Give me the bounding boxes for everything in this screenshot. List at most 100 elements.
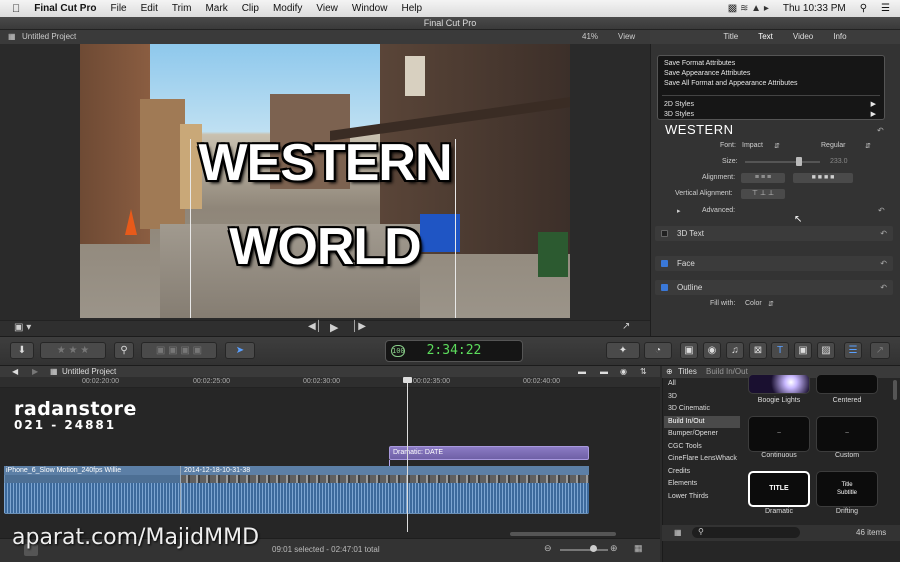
reset-icon[interactable]: ↶ bbox=[880, 256, 887, 271]
spotlight-icon[interactable]: ⚲ bbox=[860, 3, 867, 14]
tab-video[interactable]: Video bbox=[793, 30, 813, 44]
size-slider-knob[interactable] bbox=[796, 157, 802, 166]
category-item[interactable]: 3D bbox=[664, 391, 740, 404]
next-frame-icon[interactable]: │▶ bbox=[352, 321, 366, 332]
fill-dropdown-icon[interactable]: ⇵ bbox=[768, 300, 774, 308]
themes-button[interactable]: ▨ bbox=[817, 342, 835, 359]
category-item[interactable]: CineFlare LensWhack bbox=[664, 453, 740, 466]
solo-icon[interactable]: ◉ bbox=[620, 366, 627, 377]
menu-view[interactable]: View bbox=[316, 3, 338, 14]
alignment-buttons[interactable]: ≡ ≡ ≡ bbox=[741, 173, 785, 183]
import-button[interactable]: ⬇ bbox=[10, 342, 34, 359]
menu-file[interactable]: File bbox=[110, 3, 126, 14]
clip-name[interactable]: iPhone_6_Slow Motion_240fps Willie bbox=[6, 466, 121, 475]
inspector-button[interactable]: ☰ bbox=[844, 342, 862, 359]
menu-modify[interactable]: Modify bbox=[273, 3, 302, 14]
menu-item-2d-styles[interactable]: 2D Styles ▶ bbox=[658, 100, 884, 110]
browser-scrollbar[interactable] bbox=[893, 380, 897, 400]
size-value[interactable]: 233.0 bbox=[830, 158, 848, 165]
category-item[interactable]: Elements bbox=[664, 478, 740, 491]
zoom-level[interactable]: 41% bbox=[582, 32, 598, 41]
reset-icon[interactable]: ↶ bbox=[878, 206, 885, 215]
video-title-overlay[interactable]: WESTERN WORLD bbox=[80, 137, 570, 273]
menu-clip[interactable]: Clip bbox=[242, 3, 259, 14]
reset-icon[interactable]: ↶ bbox=[880, 280, 887, 295]
section-3d-text[interactable]: 3D Text ↶ bbox=[655, 226, 893, 241]
thumb-boogie-lights[interactable] bbox=[748, 374, 810, 394]
category-item[interactable]: CGC Tools bbox=[664, 441, 740, 454]
notifications-icon[interactable]: ☰ bbox=[881, 3, 890, 14]
clip-name[interactable]: 2014-12-18-10-31-38 bbox=[184, 466, 250, 475]
category-item[interactable]: Lower Thirds bbox=[664, 491, 740, 504]
zoom-slider[interactable] bbox=[560, 549, 608, 551]
select-tool-button[interactable]: ➤ bbox=[225, 342, 255, 359]
vertical-alignment-buttons[interactable]: ⊤ ⊥ ⊥ bbox=[741, 189, 785, 199]
menu-item-save-appearance[interactable]: Save Appearance Attributes bbox=[658, 69, 884, 79]
menu-item-save-format[interactable]: Save Format Attributes bbox=[658, 59, 884, 69]
thumb-drifting[interactable]: Title Subtitle bbox=[816, 471, 878, 507]
titles-button[interactable]: T bbox=[771, 342, 789, 359]
skimming-icon[interactable]: ▬ bbox=[578, 366, 586, 377]
thumb-dramatic[interactable]: TITLE bbox=[748, 471, 810, 507]
music-button[interactable]: ♫ bbox=[726, 342, 744, 359]
checkbox-icon[interactable] bbox=[661, 284, 668, 291]
edit-buttons[interactable]: ▣ ▣ ▣ ▣ bbox=[141, 342, 217, 359]
enhance-button[interactable]: ✦ bbox=[606, 342, 640, 359]
timeline-ruler[interactable]: 00:02:20:00 00:02:25:00 00:02:30:00 00:0… bbox=[0, 377, 660, 388]
style-preview-name[interactable]: WESTERN bbox=[665, 122, 734, 137]
category-item[interactable]: Bumper/Opener bbox=[664, 428, 740, 441]
back-icon[interactable]: ◀ bbox=[12, 366, 18, 377]
previous-frame-icon[interactable]: ◀│ bbox=[308, 321, 322, 332]
font-select[interactable]: Impact bbox=[742, 142, 763, 149]
checkbox-icon[interactable] bbox=[661, 230, 668, 237]
close-icon[interactable]: ⊕ bbox=[666, 366, 673, 378]
zoom-in-icon[interactable]: ⊕ bbox=[610, 543, 618, 554]
generators-button[interactable]: ▣ bbox=[794, 342, 812, 359]
playhead-handle[interactable] bbox=[403, 377, 412, 383]
tab-text[interactable]: Text bbox=[758, 30, 773, 44]
menu-edit[interactable]: Edit bbox=[141, 3, 158, 14]
category-item[interactable]: All bbox=[664, 378, 740, 391]
menu-item-save-all[interactable]: Save All Format and Appearance Attribute… bbox=[658, 79, 884, 89]
thumb-custom[interactable]: ~ bbox=[816, 416, 878, 452]
share-button[interactable]: ↗ bbox=[870, 342, 890, 359]
rating-buttons[interactable]: ★ ★ ★ bbox=[40, 342, 106, 359]
fullscreen-icon[interactable]: ↗ bbox=[622, 321, 630, 332]
transitions-button[interactable]: ⊠ bbox=[749, 342, 767, 359]
category-item-selected[interactable]: Build In/Out bbox=[664, 415, 740, 428]
keyword-button[interactable]: ⚲ bbox=[114, 342, 134, 359]
view-menu[interactable]: View bbox=[618, 32, 635, 41]
tab-title[interactable]: Title bbox=[723, 30, 738, 44]
timecode-display[interactable]: 100 2:34:22 bbox=[385, 340, 523, 362]
justify-buttons[interactable]: ■ ■ ■ ■ bbox=[793, 173, 853, 183]
category-item[interactable]: Credits bbox=[664, 466, 740, 479]
menu-help[interactable]: Help bbox=[401, 3, 422, 14]
checkbox-icon[interactable] bbox=[661, 260, 668, 267]
section-face[interactable]: Face ↶ bbox=[655, 256, 893, 271]
crop-icon[interactable]: ▣ ▾ bbox=[14, 322, 31, 333]
size-slider[interactable] bbox=[745, 161, 820, 163]
snapping-icon[interactable]: ⇅ bbox=[640, 366, 647, 377]
app-menu[interactable]: Final Cut Pro bbox=[34, 3, 96, 14]
font-style-select[interactable]: Regular bbox=[821, 142, 846, 149]
playhead[interactable] bbox=[407, 377, 408, 532]
sidebar-toggle-icon[interactable]: ▦ bbox=[674, 528, 682, 537]
menu-window[interactable]: Window bbox=[352, 3, 388, 14]
photos-button[interactable]: ◉ bbox=[703, 342, 721, 359]
media-browser-button[interactable]: ▣ bbox=[680, 342, 698, 359]
reset-icon[interactable]: ↶ bbox=[880, 226, 887, 241]
menu-trim[interactable]: Trim bbox=[172, 3, 192, 14]
disclosure-icon[interactable]: ▸ bbox=[677, 207, 681, 215]
audio-skimming-icon[interactable]: ▬ bbox=[600, 366, 608, 377]
font-dropdown-icon[interactable]: ⇵ bbox=[774, 142, 780, 150]
clock[interactable]: Thu 10:33 PM bbox=[783, 3, 846, 14]
advanced-label[interactable]: Advanced: bbox=[702, 207, 735, 214]
forward-icon[interactable]: ▶ bbox=[32, 366, 38, 377]
clip-appearance-icon[interactable]: ▦ bbox=[634, 543, 643, 554]
title-clip[interactable]: Dramatic: DATE bbox=[389, 446, 589, 460]
menu-item-3d-styles[interactable]: 3D Styles ▶ bbox=[658, 110, 884, 120]
thumb-continuous[interactable]: ~ bbox=[748, 416, 810, 452]
zoom-slider-knob[interactable] bbox=[590, 545, 597, 552]
zoom-out-icon[interactable]: ⊖ bbox=[544, 543, 552, 554]
category-item[interactable]: 3D Cinematic bbox=[664, 403, 740, 416]
